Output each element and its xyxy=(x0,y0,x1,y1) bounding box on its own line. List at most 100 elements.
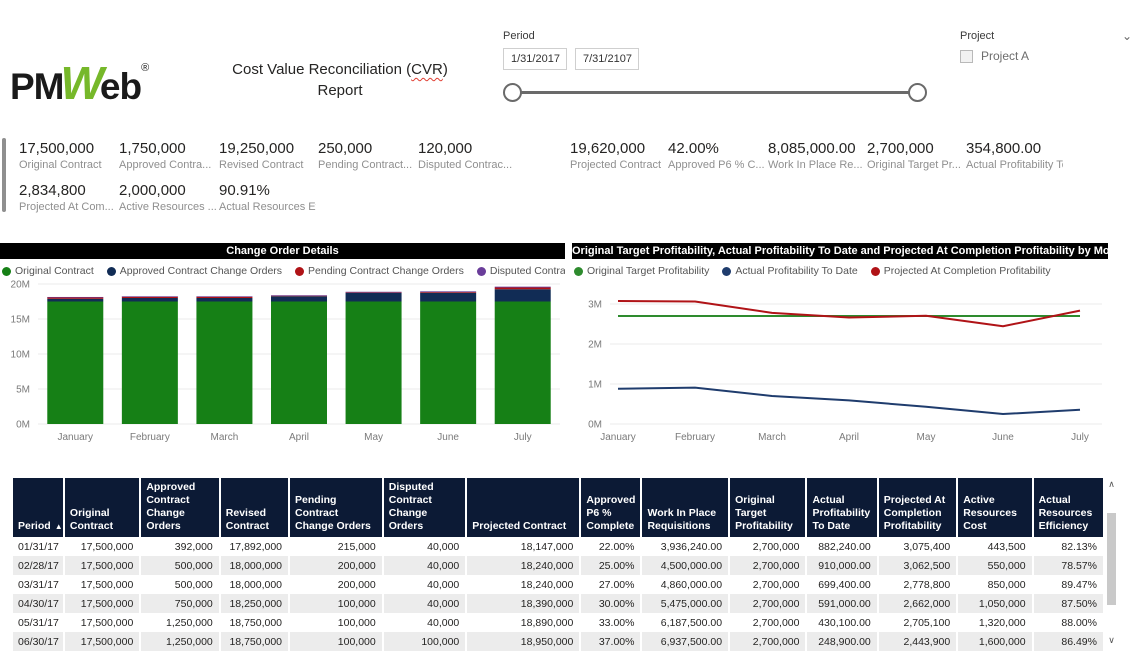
table-cell: 18,000,000 xyxy=(220,556,289,575)
kpi-value: 1,750,000 xyxy=(119,140,216,157)
bar-segment[interactable] xyxy=(122,298,178,302)
table-row[interactable]: 06/30/1717,500,0001,250,00018,750,000100… xyxy=(13,632,1103,651)
kpi-value: 8,085,000.00 xyxy=(768,140,865,157)
bar-segment[interactable] xyxy=(47,297,103,298)
table-cell: 18,750,000 xyxy=(220,632,289,651)
bar-segment[interactable] xyxy=(196,296,252,297)
scroll-down-icon[interactable]: ∨ xyxy=(1104,634,1119,647)
bar-segment[interactable] xyxy=(271,302,327,425)
bar-segment[interactable] xyxy=(271,296,327,301)
legend-item[interactable]: Approved Contract Change Orders xyxy=(107,264,282,278)
column-header-projected-at-completion-profitability[interactable]: Projected At Completion Profitability xyxy=(878,478,957,537)
bar-segment[interactable] xyxy=(346,302,402,425)
column-header-actual-resources-efficiency[interactable]: Actual Resources Efficiency xyxy=(1033,478,1103,537)
bar-segment[interactable] xyxy=(346,293,402,302)
table-cell: 87.50% xyxy=(1033,594,1103,613)
table-cell: 01/31/17 xyxy=(13,537,64,556)
kpi-scrollbar[interactable] xyxy=(2,138,6,212)
column-header-pending-contract-change-orders[interactable]: Pending Contract Change Orders xyxy=(289,478,383,537)
bar-segment[interactable] xyxy=(346,292,402,293)
bar-segment[interactable] xyxy=(122,302,178,425)
bar-segment[interactable] xyxy=(495,287,551,288)
scrollbar-thumb[interactable] xyxy=(1107,513,1116,605)
project-a-checkbox[interactable] xyxy=(960,50,973,63)
bar-segment[interactable] xyxy=(495,289,551,301)
column-header-period[interactable]: Period▲ xyxy=(13,478,64,537)
bar-segment[interactable] xyxy=(420,302,476,425)
svg-text:5M: 5M xyxy=(16,385,30,396)
column-header-active-resources-cost[interactable]: Active Resources Cost xyxy=(957,478,1032,537)
column-header-approved-p6-complete[interactable]: Approved P6 % Complete xyxy=(580,478,641,537)
kpi-card: 2,834,800Projected At Com... xyxy=(19,182,116,213)
svg-text:2M: 2M xyxy=(588,340,602,351)
period-start-input[interactable] xyxy=(503,48,567,70)
table-cell: 18,390,000 xyxy=(466,594,580,613)
scroll-up-icon[interactable]: ∧ xyxy=(1104,478,1119,491)
column-header-approved-contract-change-orders[interactable]: Approved Contract Change Orders xyxy=(140,478,219,537)
table-row[interactable]: 04/30/1717,500,000750,00018,250,000100,0… xyxy=(13,594,1103,613)
bar-segment[interactable] xyxy=(420,292,476,293)
table-cell: 02/28/17 xyxy=(13,556,64,575)
svg-text:July: July xyxy=(1071,432,1089,443)
project-option-row[interactable]: Project A xyxy=(960,49,1132,63)
table-cell: 03/31/17 xyxy=(13,575,64,594)
bar-segment[interactable] xyxy=(420,293,476,302)
column-header-projected-contract[interactable]: Projected Contract xyxy=(466,478,580,537)
table-cell: 37.00% xyxy=(580,632,641,651)
svg-text:3M: 3M xyxy=(588,300,602,311)
column-header-disputed-contract-change-orders[interactable]: Disputed Contract Change Orders xyxy=(383,478,467,537)
table-cell: 18,950,000 xyxy=(466,632,580,651)
svg-text:March: March xyxy=(211,432,239,443)
legend-label: Pending Contract Change Orders xyxy=(308,265,464,277)
legend-item[interactable]: Projected At Completion Profitability xyxy=(871,264,1051,278)
legend-item[interactable]: Actual Profitability To Date xyxy=(722,264,857,278)
kpi-label: Approved Contra... xyxy=(119,159,216,171)
bar-segment[interactable] xyxy=(271,295,327,296)
table-cell: 392,000 xyxy=(140,537,219,556)
table-row[interactable]: 03/31/1717,500,000500,00018,000,000200,0… xyxy=(13,575,1103,594)
table-cell: 4,860,000.00 xyxy=(641,575,729,594)
bar-segment[interactable] xyxy=(122,296,178,297)
column-header-revised-contract[interactable]: Revised Contract xyxy=(220,478,289,537)
legend-label: Disputed Contract Change O... xyxy=(490,265,565,277)
kpi-label: Work In Place Re... xyxy=(768,159,865,171)
table-cell: 40,000 xyxy=(383,594,467,613)
svg-text:10M: 10M xyxy=(11,350,30,361)
legend-item[interactable]: Pending Contract Change Orders xyxy=(295,264,464,278)
bar-segment[interactable] xyxy=(196,298,252,302)
table-cell: 17,500,000 xyxy=(64,556,140,575)
table-cell: 2,700,000 xyxy=(729,632,806,651)
period-end-input[interactable] xyxy=(575,48,639,70)
bar-segment[interactable] xyxy=(495,302,551,425)
table-cell: 22.00% xyxy=(580,537,641,556)
sort-ascending-icon: ▲ xyxy=(55,522,63,531)
bar-segment[interactable] xyxy=(47,299,103,302)
table-cell: 200,000 xyxy=(289,575,383,594)
table-row[interactable]: 05/31/1717,500,0001,250,00018,750,000100… xyxy=(13,613,1103,632)
table-row[interactable]: 01/31/1717,500,000392,00017,892,000215,0… xyxy=(13,537,1103,556)
bar-segment[interactable] xyxy=(495,288,551,290)
legend-item[interactable]: Disputed Contract Change O... xyxy=(477,264,565,278)
kpi-label: Disputed Contrac... xyxy=(418,159,515,171)
svg-text:May: May xyxy=(917,432,936,443)
column-header-original-target-profitability[interactable]: Original Target Profitability xyxy=(729,478,806,537)
chevron-down-icon[interactable]: ⌄ xyxy=(1122,31,1132,41)
legend-item[interactable]: Original Target Profitability xyxy=(574,264,709,278)
kpi-label: Actual Profitability To... xyxy=(966,159,1063,171)
table-cell: 4,500,000.00 xyxy=(641,556,729,575)
slider-track[interactable] xyxy=(512,91,918,94)
legend-item[interactable]: Original Contract xyxy=(2,264,94,278)
scrollbar-track[interactable] xyxy=(1104,491,1119,634)
kpi-card: 250,000Pending Contract... xyxy=(318,140,415,171)
column-header-work-in-place-requisitions[interactable]: Work In Place Requisitions xyxy=(641,478,729,537)
bar-segment[interactable] xyxy=(420,291,476,292)
table-row[interactable]: 02/28/1717,500,000500,00018,000,000200,0… xyxy=(13,556,1103,575)
table-cell: 17,500,000 xyxy=(64,632,140,651)
bar-segment[interactable] xyxy=(196,302,252,425)
bar-segment[interactable] xyxy=(47,302,103,425)
column-header-original-contract[interactable]: Original Contract xyxy=(64,478,140,537)
slider-handle-end[interactable] xyxy=(908,83,927,102)
column-header-actual-profitability-to-date[interactable]: Actual Profitability To Date xyxy=(806,478,877,537)
table-cell: 2,700,000 xyxy=(729,537,806,556)
slider-handle-start[interactable] xyxy=(503,83,522,102)
